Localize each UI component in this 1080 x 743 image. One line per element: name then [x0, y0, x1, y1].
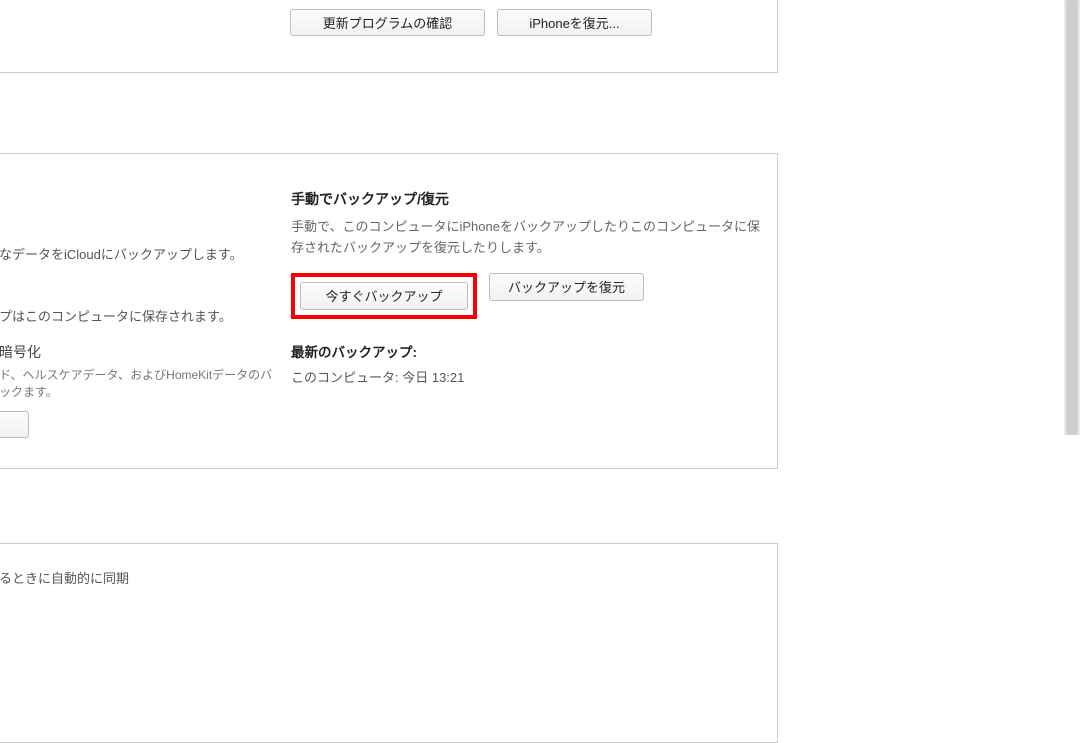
software-panel: 更新プログラムの確認 iPhoneを復元... [0, 0, 778, 73]
icloud-backup-desc-fragment: なデータをiCloudにバックアップします。 [0, 245, 279, 265]
check-updates-button[interactable]: 更新プログラムの確認 [290, 9, 485, 36]
backup-now-button[interactable]: 今すぐバックアップ [300, 282, 468, 310]
options-panel: るときに自動的に同期 [0, 543, 778, 743]
last-backup-text: このコンピュータ: 今日 13:21 [291, 367, 761, 386]
last-backup-heading: 最新のバックアップ: [291, 341, 761, 361]
change-password-button-fragment[interactable] [0, 411, 29, 438]
highlight-box: 今すぐバックアップ [291, 273, 477, 319]
encrypt-desc-fragment: ド、ヘルスケアデータ、およびHomeKitデータのバックます。 [0, 367, 279, 402]
manual-backup-desc: 手動で、このコンピュータにiPhoneをバックアップしたりこのコンピュータに保存… [291, 217, 761, 259]
restore-backup-button[interactable]: バックアップを復元 [489, 273, 644, 301]
backup-panel: なデータをiCloudにバックアップします。 プはこのコンピュータに保存されます… [0, 153, 778, 469]
computer-backup-desc-fragment: プはこのコンピュータに保存されます。 [0, 307, 279, 327]
manual-backup-section: 手動でバックアップ/復元 手動で、このコンピュータにiPhoneをバックアップし… [291, 189, 761, 386]
encrypt-heading-fragment: 暗号化 [0, 342, 41, 363]
software-buttons: 更新プログラムの確認 iPhoneを復元... [290, 9, 652, 36]
manual-backup-heading: 手動でバックアップ/復元 [291, 189, 761, 209]
scrollbar[interactable] [1064, 0, 1080, 435]
backup-button-row: 今すぐバックアップ バックアップを復元 [291, 273, 761, 319]
auto-sync-label-fragment: るときに自動的に同期 [0, 568, 129, 587]
restore-iphone-button[interactable]: iPhoneを復元... [497, 9, 652, 36]
